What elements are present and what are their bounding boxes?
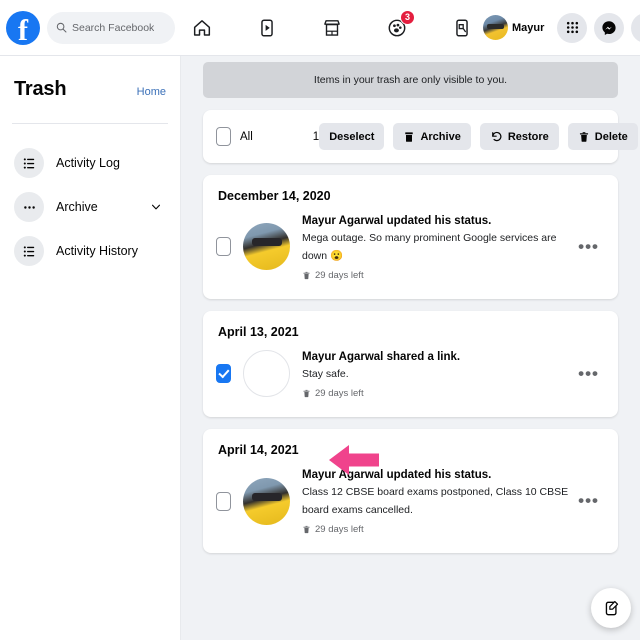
archive-label: Archive — [420, 130, 461, 143]
sidebar-header: Trash Home — [14, 56, 166, 123]
trash-icon — [303, 525, 310, 534]
search-input[interactable]: Search Facebook — [47, 11, 175, 44]
list-icon — [14, 148, 44, 178]
avatar — [243, 477, 290, 525]
home-icon — [193, 19, 211, 36]
item-body: Mayur Agarwal shared a link. Stay safe. … — [302, 349, 572, 399]
avatar — [483, 15, 508, 40]
trash-icon — [303, 389, 310, 398]
gaming-tab[interactable] — [443, 8, 481, 48]
restore-label: Restore — [507, 130, 549, 143]
compose-icon — [605, 600, 618, 615]
storefront-icon — [324, 19, 340, 36]
expiry-text: 29 days left — [315, 269, 364, 281]
trash-privacy-notice: Items in your trash are only visible to … — [203, 62, 618, 98]
delete-button[interactable]: Delete — [567, 123, 638, 150]
group-date-heading: April 14, 2021 — [218, 443, 299, 458]
sidebar-item-label: Activity Log — [56, 156, 120, 170]
trash-icon — [579, 131, 588, 142]
main-content: Items in your trash are only visible to … — [181, 56, 640, 640]
expiry-text: 29 days left — [315, 523, 364, 535]
sidebar-item-archive[interactable]: Archive — [14, 185, 166, 229]
select-all-checkbox[interactable] — [216, 127, 231, 146]
compose-button[interactable] — [591, 588, 631, 628]
archive-button[interactable]: Archive — [393, 123, 471, 150]
avatar — [243, 350, 290, 398]
messenger-icon — [602, 20, 617, 35]
expiry-text: 29 days left — [315, 388, 364, 400]
item-body: Mayur Agarwal updated his status. Mega o… — [302, 213, 572, 281]
item-expiry: 29 days left — [302, 524, 572, 535]
restore-button[interactable]: Restore — [479, 123, 559, 150]
delete-label: Delete — [594, 130, 628, 143]
marketplace-tab[interactable] — [313, 8, 351, 48]
trash-item-group: April 14, 2021 Mayur Agarwal updated his… — [203, 429, 618, 553]
groups-badge: 3 — [399, 9, 415, 25]
item-more-options-button[interactable]: ••• — [572, 492, 605, 509]
trash-item-group: April 13, 2021 Mayur Agarwal shared a li… — [203, 310, 618, 418]
sidebar: Trash Home Activity Log Archive Activity… — [0, 56, 181, 640]
item-checkbox[interactable] — [216, 491, 231, 511]
notifications-button[interactable] — [631, 12, 640, 43]
home-tab[interactable] — [183, 8, 221, 48]
item-checkbox[interactable] — [216, 364, 231, 384]
top-navigation-bar: Search Facebook — [0, 0, 640, 56]
trash-item-group: December 14, 2020 Mayur Agarwal updated … — [203, 175, 618, 299]
facebook-logo[interactable] — [6, 10, 40, 48]
groups-tab[interactable]: 3 — [378, 8, 416, 48]
messenger-button[interactable] — [594, 12, 625, 43]
grid-icon — [566, 21, 578, 34]
sidebar-item-label: Activity History — [56, 244, 138, 258]
group-date-heading: April 13, 2021 — [218, 324, 299, 339]
sidebar-item-label: Archive — [56, 200, 98, 214]
search-icon — [56, 22, 67, 33]
item-title: Mayur Agarwal updated his status. — [302, 215, 492, 227]
item-title: Mayur Agarwal updated his status. — [302, 469, 492, 482]
trash-icon — [303, 271, 310, 280]
deselect-button[interactable]: Deselect — [319, 123, 385, 150]
gaming-icon — [456, 18, 468, 37]
profile-button[interactable]: Mayur — [481, 13, 550, 42]
item-checkbox[interactable] — [216, 237, 231, 257]
page-title: Trash — [14, 78, 67, 100]
list-icon — [14, 236, 44, 266]
restore-icon — [491, 131, 502, 142]
archive-icon — [405, 131, 414, 142]
table-row[interactable]: Mayur Agarwal shared a link. Stay safe. … — [203, 345, 618, 417]
table-row[interactable]: Mayur Agarwal updated his status. Mega o… — [203, 209, 618, 299]
profile-name-label: Mayur — [512, 21, 545, 34]
item-text: Stay safe. — [302, 368, 349, 381]
item-title: Mayur Agarwal shared a link. — [302, 350, 461, 363]
toolbar-actions: Deselect Archive Restore Delete — [319, 123, 638, 150]
item-body: Mayur Agarwal updated his status. Class … — [302, 467, 572, 535]
sidebar-item-activity-history[interactable]: Activity History — [14, 229, 166, 273]
nav-left-section: Search Facebook — [0, 10, 175, 48]
sidebar-items: Activity Log Archive Activity History — [14, 124, 166, 273]
nav-tabs: 3 — [183, 8, 481, 48]
menu-grid-button[interactable] — [557, 12, 588, 43]
item-expiry: 29 days left — [302, 388, 572, 399]
item-more-options-button[interactable]: ••• — [572, 238, 605, 255]
item-text: Mega outage. So many prominent Google se… — [302, 232, 557, 263]
deselect-label: Deselect — [329, 130, 375, 143]
avatar — [243, 223, 290, 271]
chevron-down-icon[interactable] — [150, 201, 162, 213]
video-play-icon — [261, 18, 273, 37]
table-row[interactable]: Mayur Agarwal updated his status. Class … — [203, 463, 618, 553]
select-all-label: All — [240, 130, 253, 143]
item-expiry: 29 days left — [302, 270, 572, 281]
sidebar-home-link[interactable]: Home — [137, 86, 166, 98]
sidebar-item-activity-log[interactable]: Activity Log — [14, 141, 166, 185]
notice-text: Items in your trash are only visible to … — [313, 74, 508, 86]
dots-icon — [14, 192, 44, 222]
selection-toolbar: All 1 Deselect Archive Restore Delete — [203, 110, 638, 163]
item-text: Class 12 CBSE board exams postponed, Cla… — [302, 486, 569, 517]
nav-right-section: Mayur — [481, 12, 640, 43]
group-date-heading: December 14, 2020 — [218, 189, 331, 203]
watch-tab[interactable] — [248, 8, 286, 48]
search-placeholder-text: Search Facebook — [72, 21, 155, 34]
item-more-options-button[interactable]: ••• — [572, 365, 605, 382]
